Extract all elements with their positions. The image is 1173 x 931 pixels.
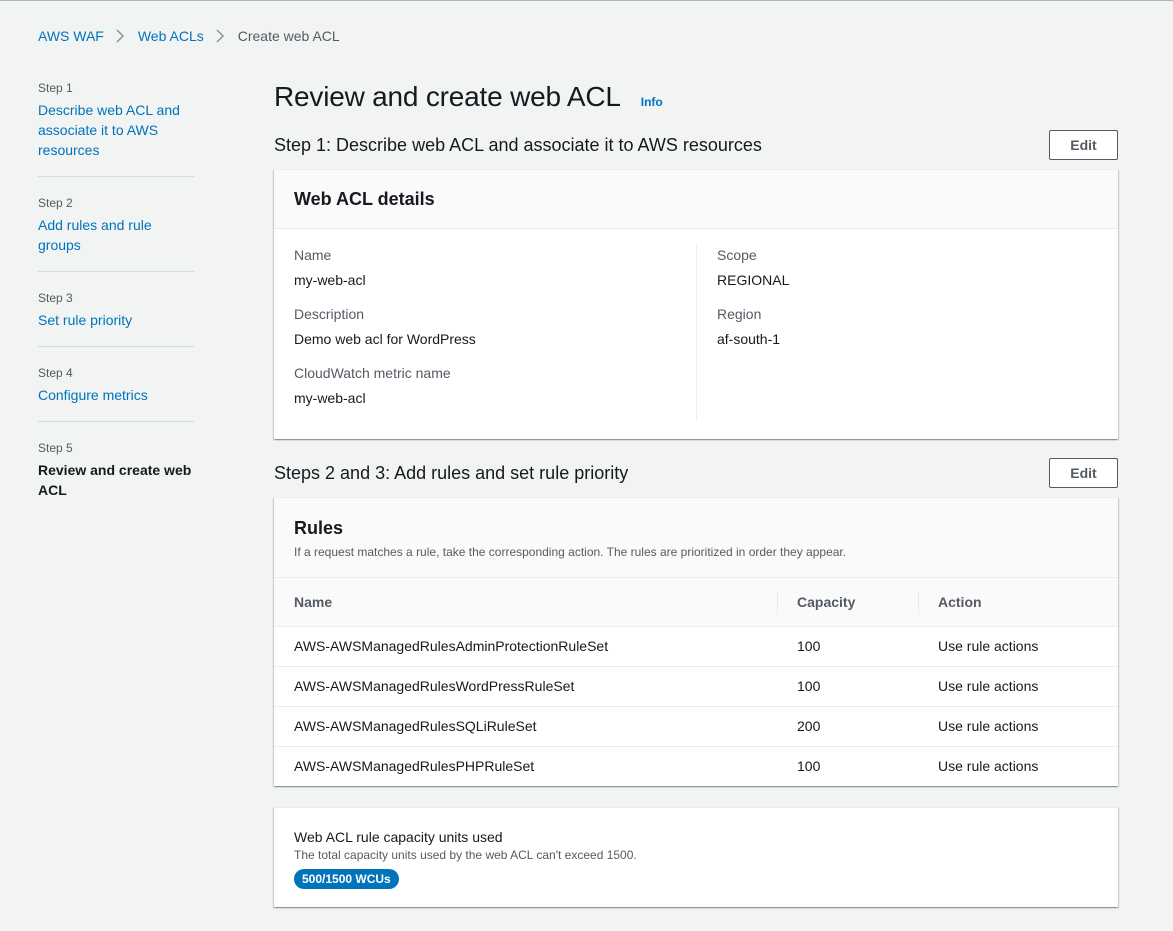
- table-row: AWS-AWSManagedRulesPHPRuleSet 100 Use ru…: [274, 746, 1118, 786]
- rule-capacity-cell: 200: [777, 706, 918, 747]
- wizard-step-2: Step 2 Add rules and rule groups: [38, 195, 194, 272]
- capacity-panel: Web ACL rule capacity units used The tot…: [274, 807, 1118, 907]
- chevron-right-icon: [110, 29, 132, 43]
- step1-header: Step 1: Describe web ACL and associate i…: [274, 129, 1118, 161]
- wizard-step-1: Step 1 Describe web ACL and associate it…: [38, 80, 194, 177]
- breadcrumb-aws-waf[interactable]: AWS WAF: [38, 28, 104, 44]
- panel-title: Rules: [294, 518, 344, 538]
- breadcrumb-web-acls[interactable]: Web ACLs: [138, 28, 204, 44]
- rule-action-cell: Use rule actions: [918, 626, 1118, 667]
- step1-title: Step 1: Describe web ACL and associate i…: [274, 134, 762, 155]
- step23-section: Steps 2 and 3: Add rules and set rule pr…: [274, 457, 1118, 786]
- field-value: Demo web acl for WordPress: [294, 331, 476, 347]
- rule-name-cell: AWS-AWSManagedRulesSQLiRuleSet: [274, 706, 777, 747]
- wizard-step-link-add-rules[interactable]: Add rules and rule groups: [38, 217, 152, 253]
- panel-title: Web ACL details: [294, 188, 435, 209]
- region-field: Region af-south-1: [717, 304, 1098, 349]
- rules-panel: Rules If a request matches a rule, take …: [274, 497, 1118, 786]
- rule-action-cell: Use rule actions: [938, 758, 1039, 775]
- rule-action-cell: Use rule actions: [918, 666, 1118, 707]
- main-content: Review and create web ACL Info Step 1: D…: [274, 79, 1118, 907]
- breadcrumb: AWS WAF Web ACLs Create web ACL: [38, 28, 340, 44]
- rule-capacity-cell: 100: [777, 626, 918, 667]
- wizard-navigation: Step 1 Describe web ACL and associate it…: [38, 80, 194, 534]
- table-row: AWS-AWSManagedRulesWordPressRuleSet 100 …: [274, 666, 1118, 707]
- details-column-right: Scope REGIONAL Region af-south-1: [696, 245, 1118, 421]
- field-value: my-web-acl: [294, 390, 366, 406]
- rules-table: Name Capacity Action AWS-AWSManagedRules…: [274, 578, 1118, 786]
- rule-action-cell: Use rule actions: [918, 706, 1118, 747]
- step1-section: Step 1: Describe web ACL and associate i…: [274, 129, 1118, 439]
- table-header-row: Name Capacity Action: [274, 578, 1118, 627]
- wizard-step-current-review: Review and create web ACL: [38, 462, 192, 498]
- capacity-badge: 500/1500 WCUs: [294, 869, 399, 889]
- wizard-step-link-priority[interactable]: Set rule priority: [38, 312, 132, 328]
- step-number: Step 2: [38, 196, 73, 210]
- details-body: Name my-web-acl Description Demo web acl…: [274, 229, 1118, 421]
- details-column-left: Name my-web-acl Description Demo web acl…: [274, 245, 696, 421]
- info-link[interactable]: Info: [641, 95, 663, 109]
- web-acl-details-panel: Web ACL details Name my-web-acl Descript…: [274, 169, 1118, 439]
- table-row: AWS-AWSManagedRulesSQLiRuleSet 200 Use r…: [274, 706, 1118, 747]
- rule-name-cell: AWS-AWSManagedRulesWordPressRuleSet: [274, 666, 777, 707]
- step23-header: Steps 2 and 3: Add rules and set rule pr…: [274, 457, 1118, 489]
- rule-name-cell: AWS-AWSManagedRulesAdminProtectionRuleSe…: [274, 626, 777, 667]
- wizard-step-link-describe[interactable]: Describe web ACL and associate it to AWS…: [38, 102, 180, 158]
- wizard-step-link-metrics[interactable]: Configure metrics: [38, 387, 148, 403]
- step-number: Step 3: [38, 291, 73, 305]
- field-label: CloudWatch metric name: [294, 365, 451, 381]
- field-value: af-south-1: [717, 331, 781, 347]
- chevron-right-icon: [210, 29, 232, 43]
- field-value: my-web-acl: [294, 272, 366, 288]
- panel-header: Rules If a request matches a rule, take …: [274, 498, 1118, 578]
- page-header: Review and create web ACL Info: [274, 79, 1118, 117]
- scope-field: Scope REGIONAL: [717, 245, 1098, 290]
- description-field: Description Demo web acl for WordPress: [294, 304, 676, 349]
- page-title: Review and create web ACL: [274, 81, 621, 112]
- metric-name-field: CloudWatch metric name my-web-acl: [294, 363, 676, 408]
- capacity-title: Web ACL rule capacity units used: [294, 829, 503, 845]
- panel-header: Web ACL details: [274, 170, 1118, 229]
- table-row: AWS-AWSManagedRulesAdminProtectionRuleSe…: [274, 626, 1118, 667]
- wizard-step-3: Step 3 Set rule priority: [38, 290, 194, 347]
- step23-edit-button[interactable]: Edit: [1049, 458, 1118, 488]
- step-number: Step 5: [38, 441, 73, 455]
- capacity-description: The total capacity units used by the web…: [294, 848, 637, 862]
- column-header-capacity: Capacity: [777, 578, 918, 627]
- column-header-action: Action: [918, 578, 1118, 627]
- step1-edit-button[interactable]: Edit: [1049, 130, 1118, 160]
- wizard-step-5: Step 5 Review and create web ACL: [38, 440, 194, 516]
- field-label: Description: [294, 306, 365, 322]
- step-number: Step 1: [38, 81, 73, 95]
- field-value: REGIONAL: [717, 272, 790, 288]
- wizard-step-4: Step 4 Configure metrics: [38, 365, 194, 422]
- rule-name-cell: AWS-AWSManagedRulesPHPRuleSet: [294, 758, 535, 775]
- rule-capacity-cell: 100: [777, 666, 918, 707]
- field-label: Scope: [717, 247, 757, 263]
- name-field: Name my-web-acl: [294, 245, 676, 290]
- step23-title: Steps 2 and 3: Add rules and set rule pr…: [274, 462, 629, 483]
- rules-description: If a request matches a rule, take the co…: [294, 545, 847, 559]
- field-label: Region: [717, 306, 762, 322]
- field-label: Name: [294, 247, 332, 263]
- rule-capacity-cell: 100: [797, 758, 821, 775]
- column-header-name: Name: [274, 578, 777, 627]
- step-number: Step 4: [38, 366, 73, 380]
- breadcrumb-current: Create web ACL: [237, 28, 340, 44]
